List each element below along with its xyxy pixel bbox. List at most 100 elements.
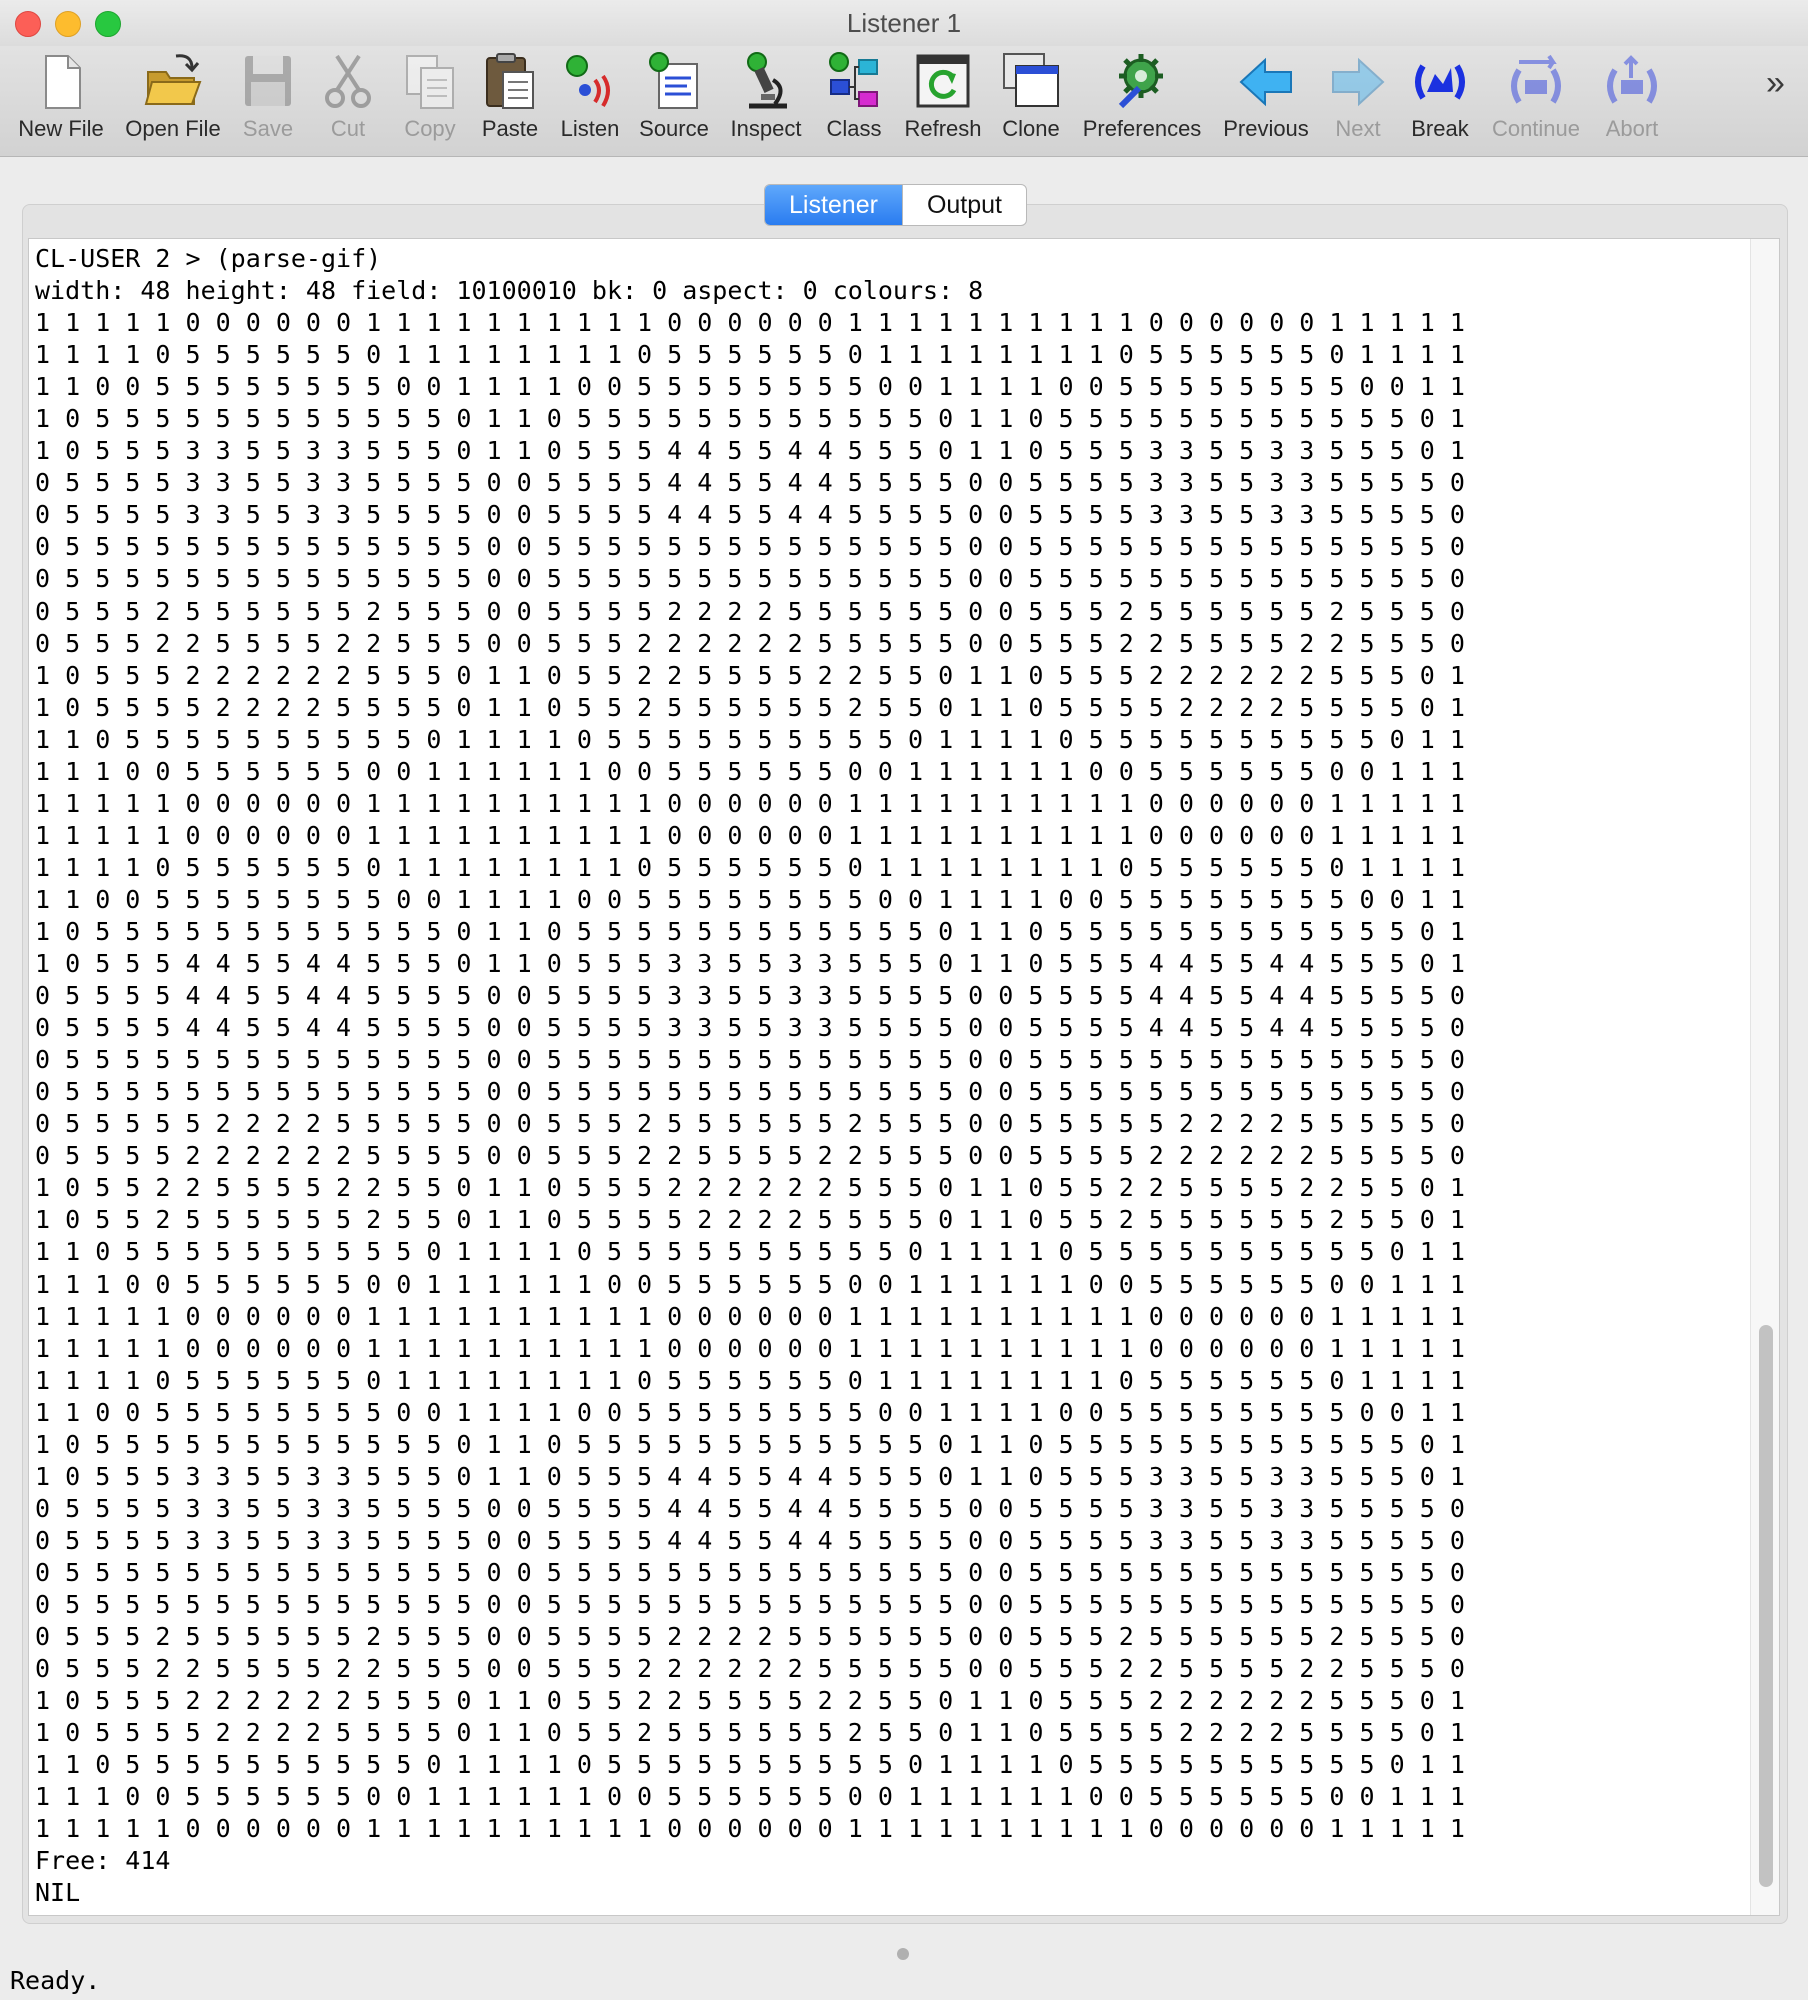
output-row: 0 5 5 5 2 2 5 5 5 5 2 2 5 5 5 0 0 5 5 5 … <box>35 628 1465 658</box>
vertical-scrollbar[interactable] <box>1750 239 1779 1915</box>
output-row: 1 0 5 5 5 3 3 5 5 3 3 5 5 5 0 1 1 0 5 5 … <box>35 436 1465 466</box>
paste-clipboard-icon <box>486 53 534 109</box>
open-file-label: Open File <box>125 116 221 141</box>
status-text: Ready. <box>10 1966 101 1995</box>
open-file-button[interactable]: Open File <box>118 46 228 156</box>
output-row: 1 1 0 0 5 5 5 5 5 5 5 5 0 0 1 1 1 1 0 0 … <box>35 1397 1465 1427</box>
paste-label: Paste <box>481 116 539 141</box>
refresh-icon <box>916 54 970 108</box>
title-bar: Listener 1 <box>0 0 1808 46</box>
class-button[interactable]: Class <box>816 46 892 156</box>
output-row: 0 5 5 5 5 3 3 5 5 3 3 5 5 5 5 0 0 5 5 5 … <box>35 468 1465 498</box>
arrow-right-icon <box>1332 57 1385 107</box>
output-row: 1 1 0 0 5 5 5 5 5 5 5 5 0 0 1 1 1 1 0 0 … <box>35 884 1465 914</box>
previous-button[interactable]: Previous <box>1216 46 1316 156</box>
output-row: 1 0 5 5 2 5 5 5 5 5 5 2 5 5 0 1 1 0 5 5 … <box>35 1205 1465 1235</box>
output-row: 0 5 5 5 5 3 3 5 5 3 3 5 5 5 5 0 0 5 5 5 … <box>35 1525 1465 1555</box>
output-row: 1 1 1 1 1 0 0 0 0 0 0 1 1 1 1 1 1 1 1 1 … <box>35 1301 1465 1331</box>
output-row: 0 5 5 5 2 2 5 5 5 5 2 2 5 5 5 0 0 5 5 5 … <box>35 1654 1465 1684</box>
tab-listener[interactable]: Listener <box>765 185 902 225</box>
new-file-label: New File <box>18 116 104 141</box>
listener-pane[interactable]: CL-USER 2 > (parse-gif) width: 48 height:… <box>28 238 1780 1916</box>
gif-info-line: width: 48 height: 48 field: 10100010 bk:… <box>35 276 984 306</box>
output-row: 0 5 5 5 5 4 4 5 5 4 4 5 5 5 5 0 0 5 5 5 … <box>35 1013 1465 1043</box>
break-button[interactable]: Break <box>1400 46 1480 156</box>
next-button[interactable]: Next <box>1320 46 1396 156</box>
inspect-label: Inspect <box>730 116 802 141</box>
output-row: 0 5 5 5 5 5 5 5 5 5 5 5 5 5 5 0 0 5 5 5 … <box>35 1557 1465 1587</box>
output-row: 1 0 5 5 5 5 2 2 2 2 5 5 5 5 0 1 1 0 5 5 … <box>35 1718 1465 1748</box>
break-label: Break <box>1411 116 1469 141</box>
output-row: 1 1 1 0 0 5 5 5 5 5 5 0 0 1 1 1 1 1 1 0 … <box>35 1269 1465 1299</box>
output-row: 1 1 1 1 0 5 5 5 5 5 5 0 1 1 1 1 1 1 1 1 … <box>35 340 1465 370</box>
cut-label: Cut <box>330 116 366 141</box>
output-row: 1 0 5 5 5 5 5 5 5 5 5 5 5 5 0 1 1 0 5 5 … <box>35 1429 1465 1459</box>
output-row: 0 5 5 5 5 5 5 5 5 5 5 5 5 5 5 0 0 5 5 5 … <box>35 1045 1465 1075</box>
output-row: 1 1 1 1 1 0 0 0 0 0 0 1 1 1 1 1 1 1 1 1 … <box>35 820 1465 850</box>
output-row: 1 1 1 1 0 5 5 5 5 5 5 0 1 1 1 1 1 1 1 1 … <box>35 852 1465 882</box>
clone-button[interactable]: Clone <box>992 46 1070 156</box>
new-file-icon <box>45 55 81 109</box>
toolbar: New File Open File Save Cut Copy Paste L… <box>0 46 1808 157</box>
scissors-icon <box>325 54 371 108</box>
class-hierarchy-icon <box>829 52 878 107</box>
class-label: Class <box>826 116 882 141</box>
continue-label: Continue <box>1491 116 1581 141</box>
output-row: 1 1 0 5 5 5 5 5 5 5 5 5 5 0 1 1 1 1 0 5 … <box>35 1237 1465 1267</box>
paste-button[interactable]: Paste <box>472 46 548 156</box>
refresh-button[interactable]: Refresh <box>898 46 988 156</box>
output-row: 1 1 1 1 1 0 0 0 0 0 0 1 1 1 1 1 1 1 1 1 … <box>35 1333 1465 1363</box>
output-row: 1 1 1 1 1 0 0 0 0 0 0 1 1 1 1 1 1 1 1 1 … <box>35 1814 1465 1844</box>
output-row: 1 0 5 5 5 5 5 5 5 5 5 5 5 5 0 1 1 0 5 5 … <box>35 916 1465 946</box>
copy-icon <box>406 55 454 109</box>
open-folder-icon <box>144 54 202 105</box>
pixel-rows: 1 1 1 1 1 0 0 0 0 0 0 1 1 1 1 1 1 1 1 1 … <box>35 307 1465 1845</box>
save-button[interactable]: Save <box>230 46 306 156</box>
abort-label: Abort <box>1605 116 1659 141</box>
listen-icon <box>566 55 610 108</box>
copy-button[interactable]: Copy <box>392 46 468 156</box>
output-row: 1 1 1 1 1 0 0 0 0 0 0 1 1 1 1 1 1 1 1 1 … <box>35 788 1465 818</box>
listen-button[interactable]: Listen <box>552 46 628 156</box>
output-row: 1 1 1 1 1 0 0 0 0 0 0 1 1 1 1 1 1 1 1 1 … <box>35 308 1465 338</box>
abort-icon <box>1607 55 1657 104</box>
source-button[interactable]: Source <box>632 46 716 156</box>
listen-label: Listen <box>560 116 620 141</box>
view-tabs: Listener Output <box>764 184 1028 226</box>
output-row: 1 1 1 0 0 5 5 5 5 5 5 0 0 1 1 1 1 1 1 0 … <box>35 1782 1465 1812</box>
output-row: 0 5 5 5 5 2 2 2 2 2 2 5 5 5 5 0 0 5 5 5 … <box>35 1141 1465 1171</box>
result-line: NIL <box>35 1878 81 1908</box>
toolbar-overflow-button[interactable]: » <box>1766 64 1785 103</box>
output-row: 0 5 5 5 5 5 5 5 5 5 5 5 5 5 5 0 0 5 5 5 … <box>35 1589 1465 1619</box>
output-row: 0 5 5 5 2 5 5 5 5 5 5 2 5 5 5 0 0 5 5 5 … <box>35 596 1465 626</box>
preferences-button[interactable]: Preferences <box>1074 46 1210 156</box>
clone-label: Clone <box>1002 116 1060 141</box>
free-line: Free: 414 <box>35 1846 171 1876</box>
new-file-button[interactable]: New File <box>14 46 108 156</box>
source-label: Source <box>639 116 709 141</box>
previous-label: Previous <box>1223 116 1309 141</box>
refresh-label: Refresh <box>904 116 982 141</box>
listener-transcript: CL-USER 2 > (parse-gif) width: 48 height:… <box>35 243 1465 1909</box>
output-row: 1 0 5 5 5 5 2 2 2 2 5 5 5 5 0 1 1 0 5 5 … <box>35 692 1465 722</box>
continue-button[interactable]: Continue <box>1484 46 1588 156</box>
save-label: Save <box>242 116 294 141</box>
scroll-thumb[interactable] <box>1759 1325 1773 1887</box>
inspect-button[interactable]: Inspect <box>722 46 810 156</box>
tab-output[interactable]: Output <box>901 185 1026 225</box>
output-row: 1 1 0 5 5 5 5 5 5 5 5 5 5 0 1 1 1 1 0 5 … <box>35 724 1465 754</box>
output-row: 0 5 5 5 5 4 4 5 5 4 4 5 5 5 5 0 0 5 5 5 … <box>35 981 1465 1011</box>
source-icon <box>649 52 698 109</box>
output-row: 1 0 5 5 5 4 4 5 5 4 4 5 5 5 0 1 1 0 5 5 … <box>35 949 1465 979</box>
abort-button[interactable]: Abort <box>1592 46 1672 156</box>
output-row: 0 5 5 5 2 5 5 5 5 5 5 2 5 5 5 0 0 5 5 5 … <box>35 1622 1465 1652</box>
copy-label: Copy <box>404 116 456 141</box>
output-row: 1 1 0 0 5 5 5 5 5 5 5 5 0 0 1 1 1 1 0 0 … <box>35 372 1465 402</box>
output-row: 0 5 5 5 5 5 2 2 2 2 5 5 5 5 5 0 0 5 5 5 … <box>35 1109 1465 1139</box>
output-row: 1 0 5 5 5 2 2 2 2 2 2 5 5 5 0 1 1 0 5 5 … <box>35 1686 1465 1716</box>
output-row: 1 0 5 5 2 2 5 5 5 5 2 2 5 5 0 1 1 0 5 5 … <box>35 1173 1465 1203</box>
cut-button[interactable]: Cut <box>310 46 386 156</box>
output-row: 0 5 5 5 5 5 5 5 5 5 5 5 5 5 5 0 0 5 5 5 … <box>35 564 1465 594</box>
break-icon <box>1415 64 1465 100</box>
pane-resize-handle[interactable] <box>897 1948 909 1960</box>
